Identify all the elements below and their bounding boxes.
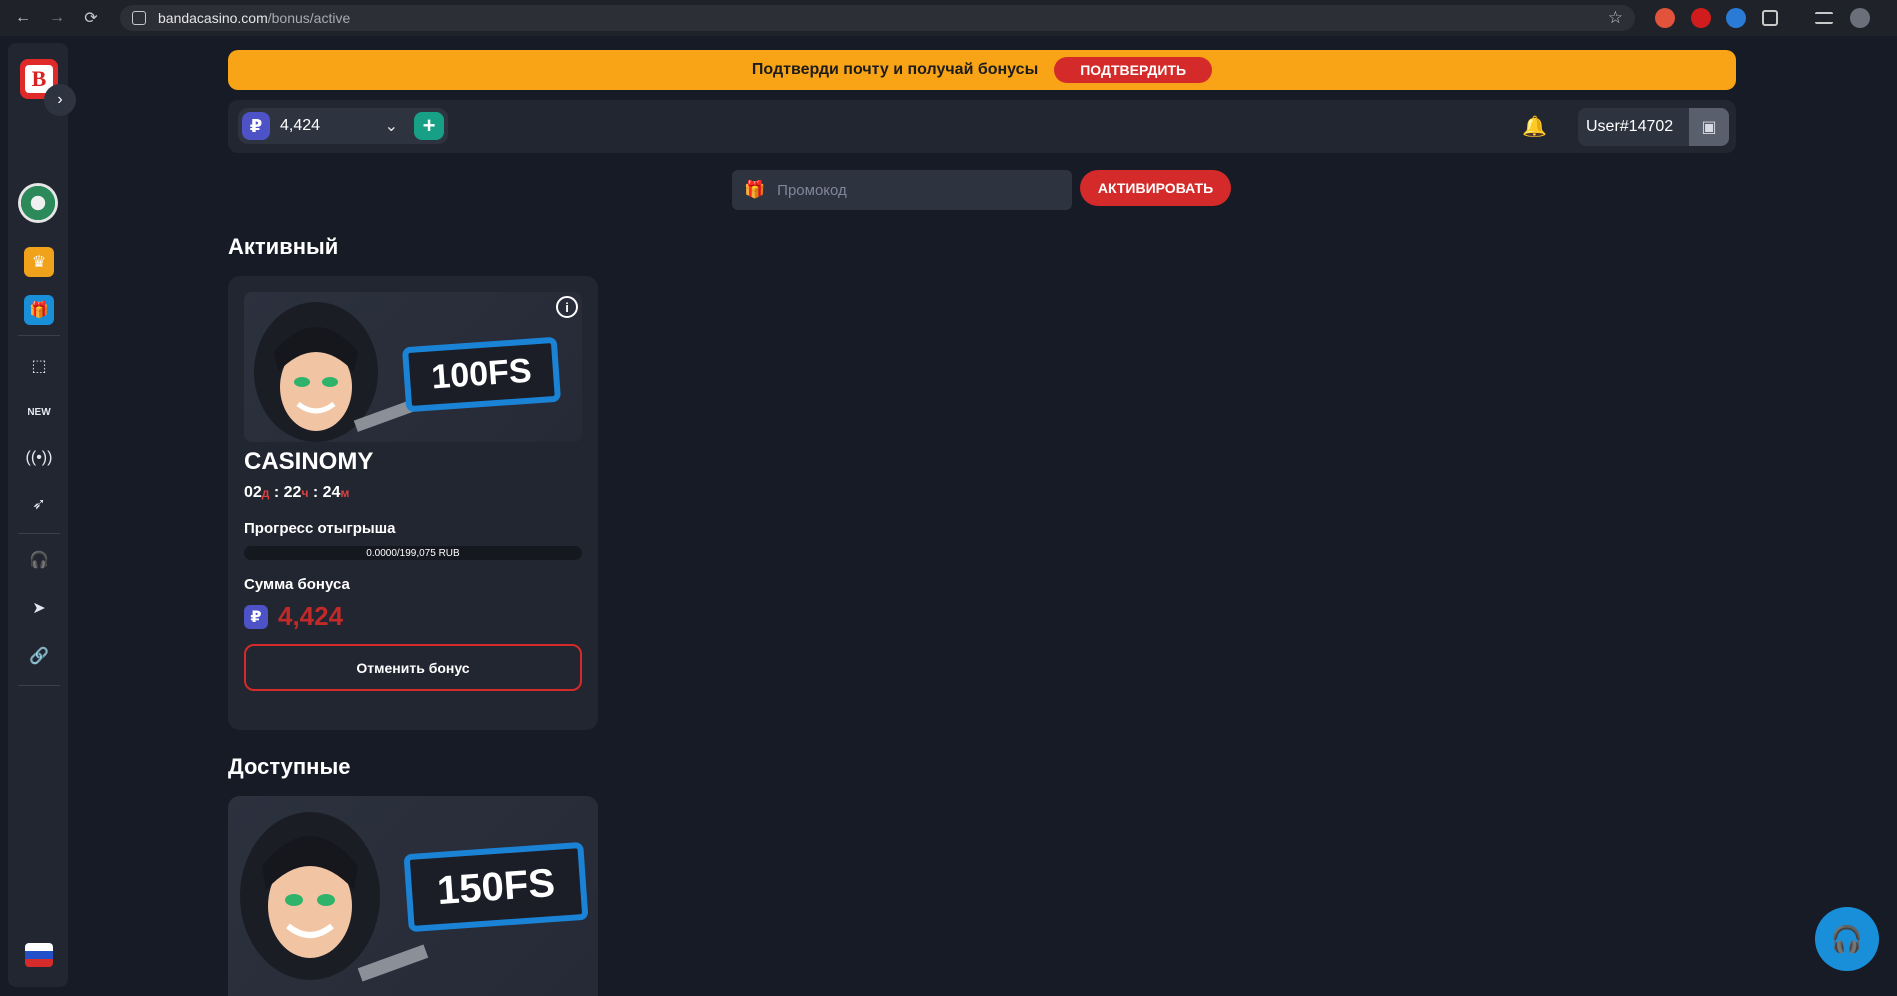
free-spins-badge: 100FS <box>401 336 562 413</box>
wager-progress-bar: 0.0000/199,075 RUB <box>244 546 582 560</box>
balance-amount: 4,424 <box>280 117 321 134</box>
verify-email-banner: Подтверди почту и получай бонусы ПОДТВЕР… <box>228 50 1736 90</box>
url-path: /bonus/active <box>267 10 351 26</box>
bonus-title: CASINOMY <box>244 448 374 475</box>
user-profile-button[interactable]: User#14702 ▣ <box>1578 108 1729 146</box>
language-flag-ru-icon[interactable] <box>25 943 53 967</box>
active-section-title: Активный <box>228 234 339 259</box>
roulette-wheel-icon[interactable] <box>18 183 58 223</box>
timer-days: 02 <box>244 484 262 501</box>
banner-text: Подтверди почту и получай бонусы <box>751 61 1039 78</box>
dice-icon[interactable]: ⬚ <box>24 351 54 381</box>
extensions-puzzle-icon[interactable] <box>1762 10 1778 26</box>
chevron-down-icon[interactable]: ⌄ <box>385 116 398 136</box>
bonus-amount-label: Сумма бонуса <box>244 576 350 593</box>
balance-selector[interactable]: ₽ 4,424 ⌄ + <box>238 108 448 144</box>
sidebar-divider <box>18 533 60 534</box>
deposit-plus-button[interactable]: + <box>414 112 444 140</box>
bonus-artwork: 150FS <box>228 796 598 996</box>
timer-minutes: 24 <box>322 484 341 501</box>
info-icon[interactable]: i <box>556 296 578 318</box>
telegram-icon[interactable]: ➤ <box>24 593 54 623</box>
gift-icon: 🎁 <box>744 180 766 199</box>
site-info-icon[interactable] <box>132 11 146 25</box>
crown-icon[interactable]: ♛ <box>24 247 54 277</box>
bonus-artwork: 100FS <box>244 292 582 442</box>
header-bar: ₽ 4,424 ⌄ + 🔔 User#14702 ▣ <box>228 100 1736 153</box>
timer-hours: 22 <box>283 484 302 501</box>
active-bonus-card: 100FS i CASINOMY 02д : 22ч : 24м Прогрес… <box>228 276 598 730</box>
notifications-bell-icon[interactable]: 🔔 <box>1522 114 1547 139</box>
cancel-bonus-button[interactable]: Отменить бонус <box>244 644 582 691</box>
available-section-title: Доступные <box>228 754 351 779</box>
timer-hours-unit: ч <box>301 486 309 500</box>
confirm-email-button[interactable]: ПОДТВЕРДИТЬ <box>1054 57 1213 83</box>
extension-drop-icon[interactable] <box>1726 8 1746 28</box>
free-spins-badge: 150FS <box>403 841 589 933</box>
promocode-field: 🎁 <box>732 170 1072 210</box>
url-text: bandacasino.com/bonus/active <box>158 10 350 26</box>
gift-icon[interactable]: 🎁 <box>24 295 54 325</box>
address-bar[interactable]: bandacasino.com/bonus/active ☆ <box>120 5 1635 31</box>
ruble-currency-icon: ₽ <box>244 604 268 629</box>
media-control-icon[interactable] <box>1815 12 1833 24</box>
extension-opera-icon[interactable] <box>1691 8 1711 28</box>
url-host: bandacasino.com <box>158 10 268 26</box>
link-icon[interactable]: 🔗 <box>24 641 54 671</box>
support-chat-button[interactable]: 🎧 <box>1815 907 1879 971</box>
sidebar-divider <box>18 685 60 686</box>
activate-promocode-button[interactable]: АКТИВИРОВАТЬ <box>1080 170 1231 206</box>
extension-fire-icon[interactable] <box>1655 8 1675 28</box>
bonus-timer: 02д : 22ч : 24м <box>244 484 350 501</box>
available-bonus-card[interactable]: 150FS <box>228 796 598 996</box>
new-games-icon[interactable]: NEW <box>24 397 54 427</box>
live-broadcast-icon[interactable]: ((•)) <box>24 443 54 473</box>
forward-icon[interactable]: → <box>46 7 68 29</box>
promocode-input[interactable] <box>777 181 1038 199</box>
sidebar-divider <box>18 335 60 336</box>
sidebar-expand-button[interactable]: › <box>44 84 76 116</box>
ruble-currency-icon: ₽ <box>242 112 270 140</box>
back-icon[interactable]: ← <box>12 7 34 29</box>
user-avatar-icon[interactable]: ▣ <box>1689 108 1729 146</box>
bookmark-star-icon[interactable]: ☆ <box>1608 8 1623 28</box>
profile-avatar-icon[interactable] <box>1850 8 1870 28</box>
timer-days-unit: д <box>261 486 270 500</box>
headset-support-icon[interactable]: 🎧 <box>24 545 54 575</box>
browser-toolbar: ← → ⟳ bandacasino.com/bonus/active ☆ <box>0 0 1897 36</box>
bonus-amount-value: 4,424 <box>278 601 344 631</box>
username: User#14702 <box>1586 118 1674 135</box>
timer-minutes-unit: м <box>340 486 350 500</box>
left-sidebar: B ♛ 🎁 ⬚ NEW ((•)) ➶ 🎧 ➤ 🔗 <box>8 43 68 987</box>
wager-progress-label: Прогресс отыгрыша <box>244 520 396 537</box>
bonus-amount: ₽ 4,424 <box>244 601 343 632</box>
rocket-icon[interactable]: ➶ <box>24 489 54 519</box>
reload-icon[interactable]: ⟳ <box>80 7 102 29</box>
wager-progress-text: 0.0000/199,075 RUB <box>366 547 460 559</box>
